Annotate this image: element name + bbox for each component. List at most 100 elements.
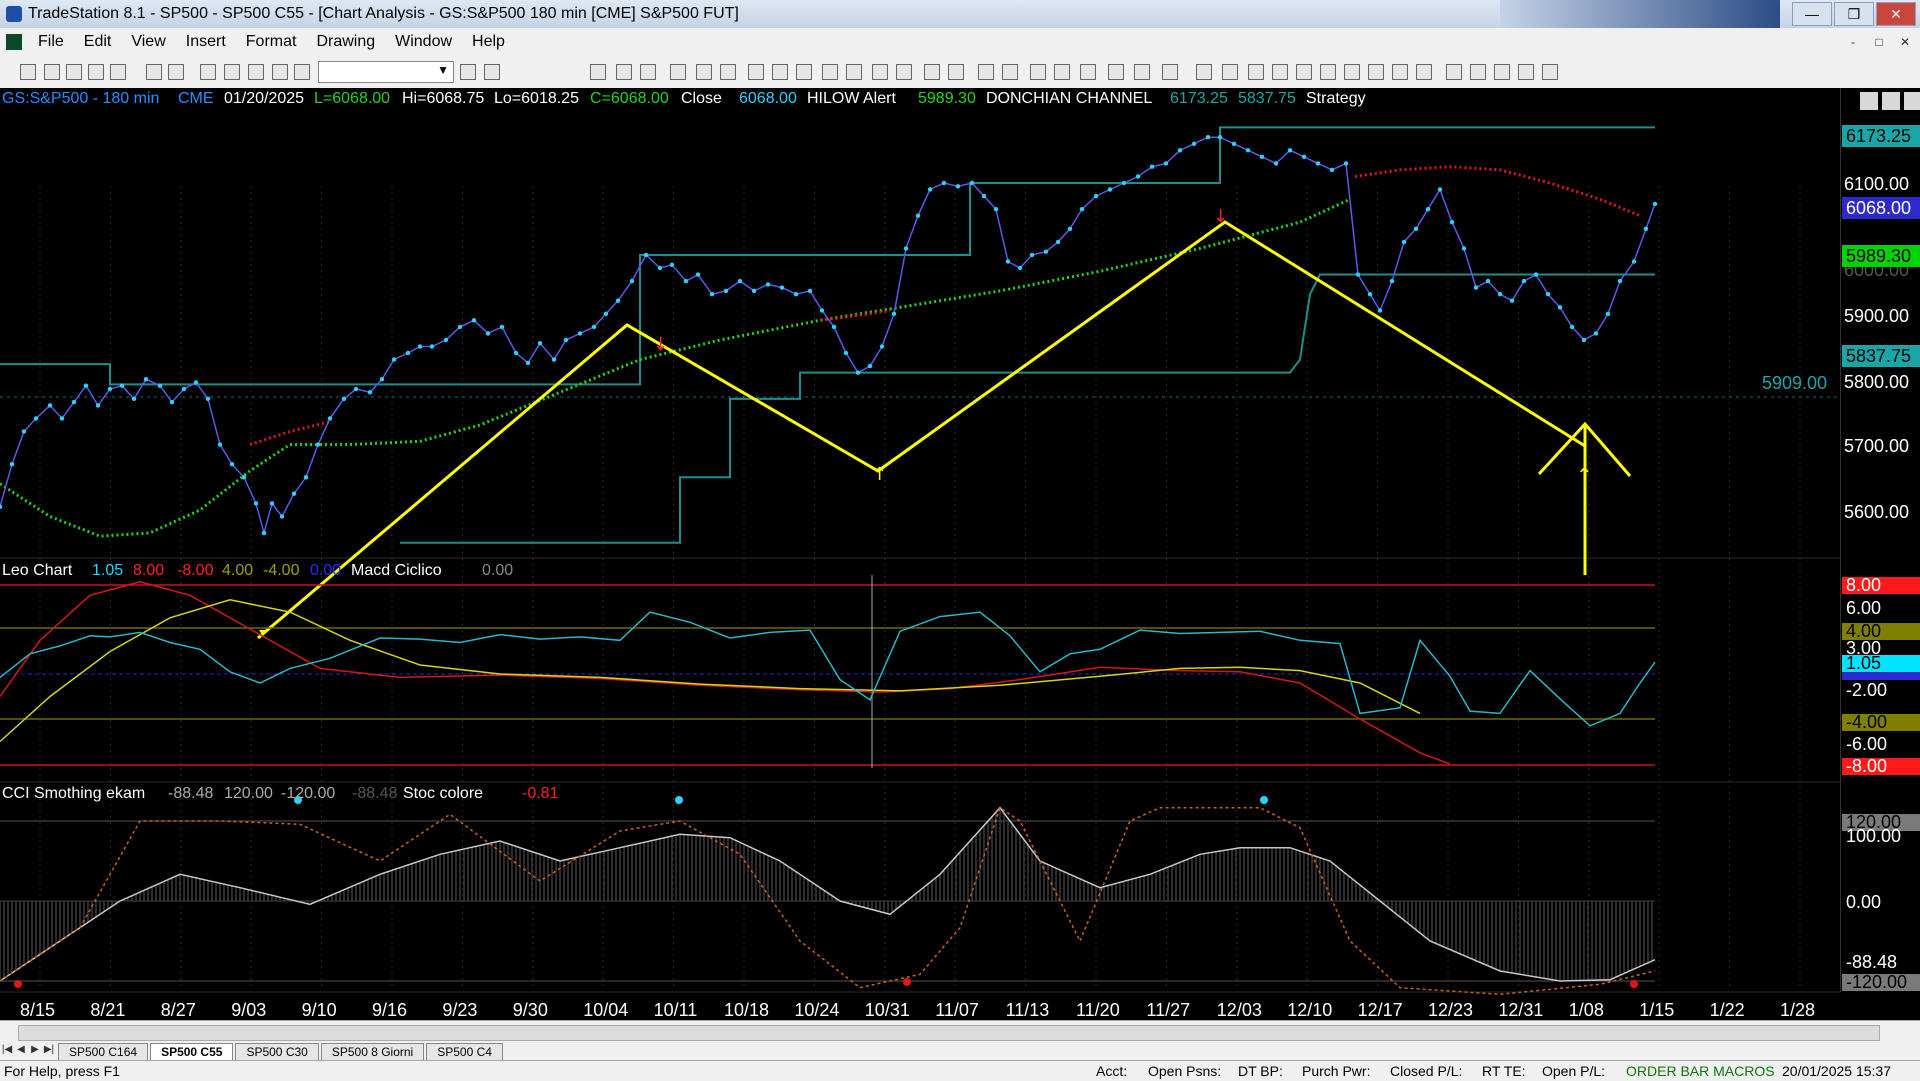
format-icon[interactable] [272, 64, 288, 80]
insert-strategy-icon[interactable] [696, 64, 712, 80]
insert-indicator-icon[interactable] [670, 64, 686, 80]
maximize-button[interactable]: ❒ [1834, 2, 1874, 26]
menu-file[interactable]: File [28, 33, 74, 51]
horizontal-scrollbar[interactable] [0, 1020, 1920, 1043]
price-dot-90 [1135, 174, 1141, 179]
menu-edit[interactable]: Edit [74, 33, 122, 51]
pointer-icon[interactable] [1030, 64, 1046, 80]
expand-icon[interactable] [772, 64, 788, 80]
tab-sp500-c30[interactable]: SP500 C30 [235, 1042, 319, 1060]
globe-icon[interactable] [294, 64, 310, 80]
channel-icon[interactable] [1296, 64, 1312, 80]
close-button[interactable]: ✕ [1876, 2, 1916, 26]
inner-close-button[interactable]: ✕ [1894, 32, 1916, 52]
bar-icon[interactable] [796, 64, 812, 80]
vline-icon[interactable] [1272, 64, 1288, 80]
parallel-icon[interactable] [1368, 64, 1384, 80]
tab-sp500-c4[interactable]: SP500 C4 [426, 1042, 503, 1060]
arc-icon[interactable] [1392, 64, 1408, 80]
toggle-icon[interactable] [1162, 64, 1178, 80]
trendline-icon[interactable] [1196, 64, 1212, 80]
save-icon[interactable] [110, 64, 126, 80]
date-label-10-04: 10/04 [583, 1000, 628, 1020]
data-icon[interactable] [748, 64, 764, 80]
zoom-out-icon[interactable] [1002, 64, 1018, 80]
price-axis-panel[interactable]: 6100.00 6000.00 5900.00 5800.00 5700.00 … [1839, 88, 1920, 1020]
scroll-left-icon[interactable] [924, 64, 940, 80]
copy-icon[interactable] [1134, 64, 1150, 80]
tab-sp500-8-giorni[interactable]: SP500 8 Giorni [320, 1042, 425, 1060]
chart-style-icon[interactable] [590, 64, 606, 80]
svg-text:GS:S&P500 - 180 min CME: GS:S&P500 - 180 min CME 01/20/2025 L=606… [2, 90, 1366, 107]
play-arrow-icon[interactable] [460, 64, 476, 80]
date-label-12-31: 12/31 [1498, 1000, 1543, 1020]
plus-icon[interactable] [1080, 64, 1096, 80]
inner-restore-button[interactable]: □ [1868, 32, 1890, 52]
gann-icon[interactable] [1320, 64, 1336, 80]
stop-icon[interactable] [872, 64, 888, 80]
inner-minimize-button[interactable]: - [1842, 32, 1864, 52]
minimize-button[interactable]: — [1792, 2, 1832, 26]
workspace-tabs: |◀ ◀ ▶ ▶| SP500 C164 SP500 C55 SP500 C30… [0, 1042, 1920, 1060]
price-dot-130 [1643, 226, 1649, 231]
hline-icon[interactable] [1248, 64, 1264, 80]
new-window-icon[interactable] [88, 64, 104, 80]
chart-area[interactable]: ↑ ↑ ↓ ↓ GS:S&P500 - 180 min CME 01/20/20… [0, 88, 1840, 1020]
fib-icon[interactable] [1222, 64, 1238, 80]
pane-restore-button[interactable] [1882, 92, 1900, 110]
rectangle-icon[interactable] [1518, 64, 1534, 80]
price-dot-109 [1389, 278, 1395, 284]
tab-first-icon[interactable]: |◀ [0, 1044, 14, 1058]
price-dot-79 [993, 207, 999, 212]
chart-style2-icon[interactable] [616, 64, 632, 80]
pane-minimize-button[interactable] [1860, 92, 1878, 110]
price-dot-56 [695, 272, 701, 277]
tab-next-icon[interactable]: ▶ [28, 1044, 42, 1058]
open-workspace-icon[interactable] [66, 64, 82, 80]
chart-window-icon[interactable] [6, 34, 22, 50]
refresh-icon[interactable] [720, 64, 736, 80]
menu-view[interactable]: View [121, 33, 175, 51]
text-icon[interactable] [1542, 64, 1558, 80]
header-donchian-upper: 6173.25 [1170, 90, 1228, 107]
price-dot-14 [169, 399, 175, 405]
menu-insert[interactable]: Insert [176, 33, 236, 51]
chart-style3-icon[interactable] [640, 64, 656, 80]
menu-help[interactable]: Help [462, 33, 515, 51]
scrollbar-thumb[interactable] [18, 1025, 1880, 1041]
print-preview-icon[interactable] [146, 64, 162, 80]
record-icon[interactable] [896, 64, 912, 80]
new-icon[interactable] [20, 64, 36, 80]
link-icon[interactable] [822, 64, 838, 80]
tab-sp500-c55[interactable]: SP500 C55 [150, 1042, 234, 1060]
lock-icon[interactable] [248, 64, 264, 80]
menu-format[interactable]: Format [236, 33, 307, 51]
tools-icon[interactable] [1108, 64, 1124, 80]
pitchfork-icon[interactable] [1344, 64, 1360, 80]
print-icon[interactable] [168, 64, 184, 80]
symbol-combo[interactable]: ▼ [318, 61, 454, 83]
price-dot-25 [291, 491, 297, 496]
pane-close-button[interactable] [1904, 92, 1920, 110]
open-icon[interactable] [44, 64, 60, 80]
date-label-1-28: 1/28 [1780, 1000, 1815, 1020]
camera-icon[interactable] [846, 64, 862, 80]
ellipse-icon[interactable] [1494, 64, 1510, 80]
arrow-up-icon[interactable] [1470, 64, 1486, 80]
arrow-down-icon[interactable] [1446, 64, 1462, 80]
symbol-link-icon[interactable] [200, 64, 216, 80]
tab-last-icon[interactable]: ▶| [42, 1044, 56, 1058]
pen-icon[interactable] [1416, 64, 1432, 80]
crosshair-icon[interactable] [1054, 64, 1070, 80]
scroll-right-icon[interactable] [948, 64, 964, 80]
status-order-bar-macros[interactable]: ORDER BAR MACROS [1626, 1061, 1775, 1081]
osc-tag-8: 8.00 [1846, 575, 1881, 595]
data-window-icon[interactable] [224, 64, 240, 80]
tab-sp500-c164[interactable]: SP500 C164 [58, 1042, 149, 1060]
menu-window[interactable]: Window [385, 33, 462, 51]
zoom-in-icon[interactable] [978, 64, 994, 80]
price-dot-0 [0, 504, 3, 509]
menu-drawing[interactable]: Drawing [306, 33, 385, 51]
tab-prev-icon[interactable]: ◀ [14, 1044, 28, 1058]
find-icon[interactable] [484, 64, 500, 80]
